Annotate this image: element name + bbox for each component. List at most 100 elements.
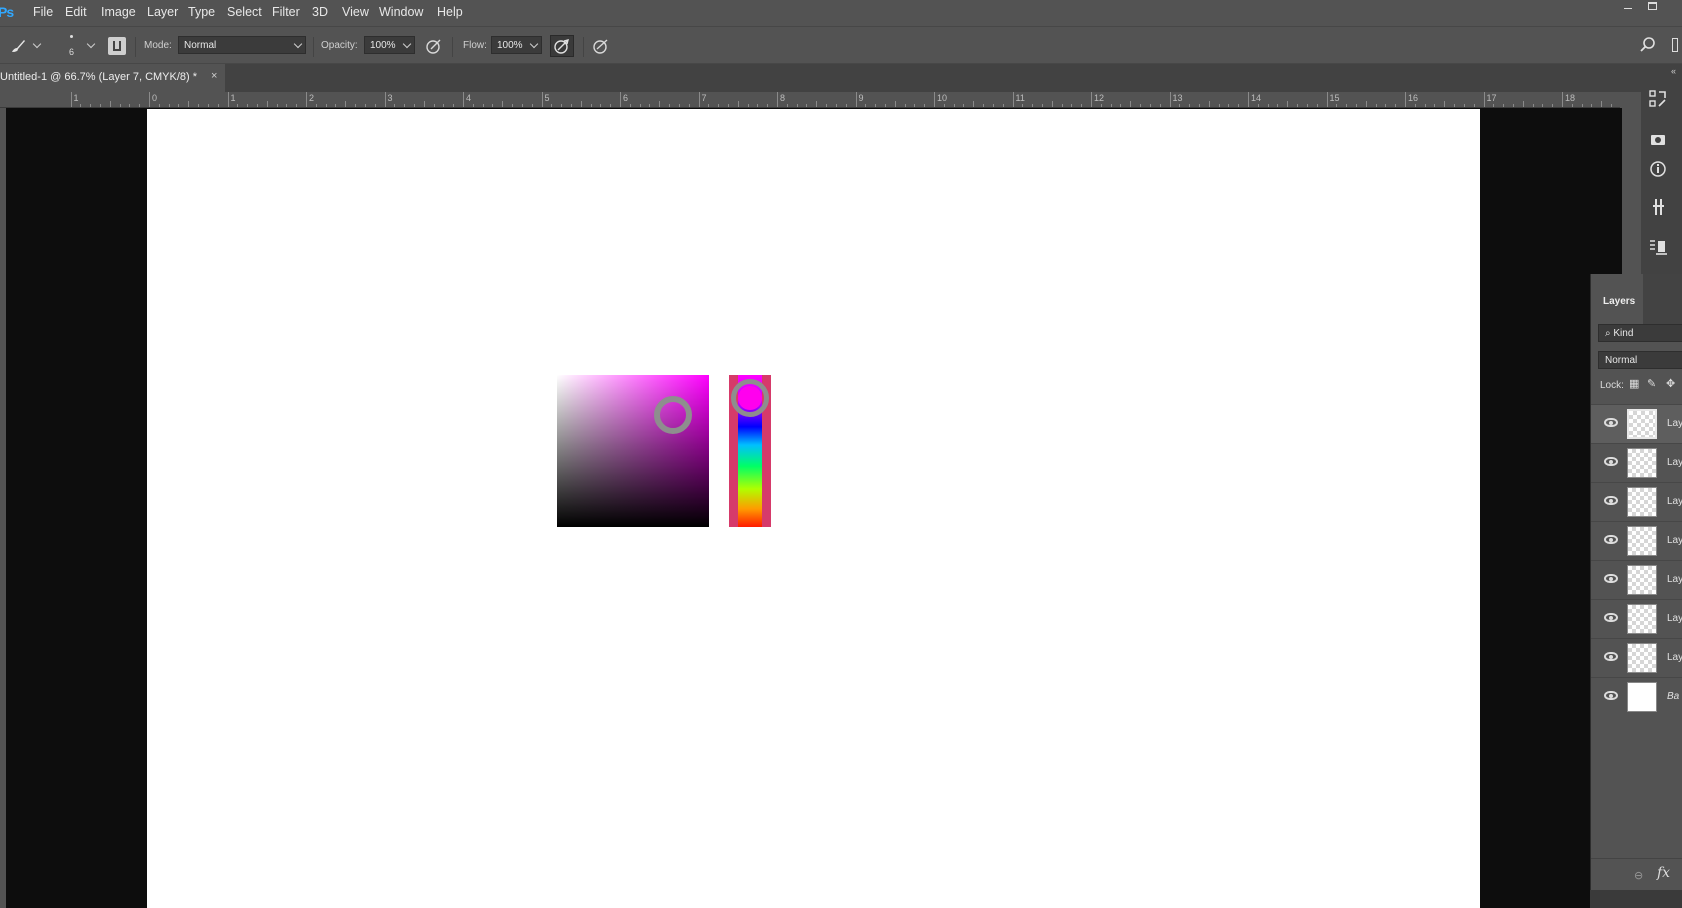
layer-thumbnail[interactable]: [1627, 409, 1657, 439]
layer-thumbnail[interactable]: [1627, 526, 1657, 556]
layer-name[interactable]: Lay: [1667, 574, 1682, 585]
ruler-minor-tick: [325, 104, 327, 107]
ruler-minor-tick: [992, 104, 994, 107]
document-canvas[interactable]: [147, 109, 1480, 908]
layer-filter-kind[interactable]: ⌕ Kind: [1598, 324, 1682, 342]
document-tab[interactable]: Untitled-1 @ 66.7% (Layer 7, CMYK/8) * ×: [0, 64, 225, 92]
mode-dropdown[interactable]: Normal: [178, 36, 306, 54]
menu-select[interactable]: Select: [227, 5, 262, 19]
ruler-minor-tick: [1375, 104, 1377, 107]
layer-thumbnail[interactable]: [1627, 487, 1657, 517]
tool-presets-icon[interactable]: [1647, 196, 1669, 218]
ruler-minor-tick: [914, 104, 916, 107]
visibility-icon[interactable]: [1604, 574, 1618, 583]
maximize-icon[interactable]: [1648, 2, 1657, 10]
layer-row[interactable]: Lay: [1591, 482, 1682, 521]
menu-view[interactable]: View: [342, 5, 369, 19]
brush-tool-icon[interactable]: [9, 37, 27, 55]
pressure-opacity-icon[interactable]: [425, 37, 443, 55]
minimize-icon[interactable]: [1622, 0, 1636, 14]
collapse-dock-icon[interactable]: «: [1671, 66, 1676, 76]
layer-name[interactable]: Lay: [1667, 613, 1682, 624]
menu-layer[interactable]: Layer: [147, 5, 178, 19]
info-icon[interactable]: [1647, 158, 1669, 180]
ruler-label: 0: [152, 93, 158, 103]
toggle-brush-panel-icon[interactable]: [108, 37, 126, 55]
ruler-minor-tick: [551, 104, 553, 107]
tool-preset-caret[interactable]: [32, 39, 42, 49]
menu-filter[interactable]: Filter: [272, 5, 300, 19]
layer-row[interactable]: Lay: [1591, 599, 1682, 638]
ruler-label: 1: [230, 93, 236, 103]
layer-thumbnail[interactable]: [1627, 682, 1657, 712]
layer-thumbnail[interactable]: [1627, 604, 1657, 634]
ruler-minor-tick: [1395, 104, 1397, 107]
color-selection-ring[interactable]: [654, 396, 692, 434]
ruler-minor-tick: [158, 104, 160, 107]
ruler-minor-tick: [894, 101, 896, 107]
close-tab-icon[interactable]: ×: [211, 70, 217, 82]
horizontal-ruler[interactable]: 1 0 1 2 3 4 5 6 7 8 9 10 11 12 13 14 15 16 17 18: [0, 92, 1620, 108]
menu-type[interactable]: Type: [188, 5, 215, 19]
layer-name[interactable]: Lay: [1667, 418, 1682, 429]
paragraph-icon[interactable]: [1647, 236, 1669, 258]
layer-name[interactable]: Lay: [1667, 496, 1682, 507]
airbrush-toggle[interactable]: [550, 35, 574, 57]
brush-preset-icon[interactable]: [70, 35, 73, 38]
workspace-icon[interactable]: [1672, 38, 1678, 52]
layer-thumbnail[interactable]: [1627, 643, 1657, 673]
layer-row[interactable]: Lay: [1591, 404, 1682, 443]
layer-name[interactable]: Lay: [1667, 457, 1682, 468]
layer-thumbnail[interactable]: [1627, 448, 1657, 478]
brush-preset-caret[interactable]: [86, 39, 96, 49]
saturation-brightness-square[interactable]: [557, 375, 709, 527]
ruler-major-tick: [777, 92, 778, 107]
layer-row[interactable]: Lay: [1591, 443, 1682, 482]
layer-thumbnail[interactable]: [1627, 565, 1657, 595]
pressure-size-icon[interactable]: [592, 37, 610, 55]
ruler-major-tick: [70, 92, 72, 107]
ruler-label: 17: [1486, 93, 1497, 103]
visibility-icon[interactable]: [1604, 418, 1618, 427]
visibility-icon[interactable]: [1604, 535, 1618, 544]
vertical-ruler[interactable]: [0, 108, 6, 908]
link-layers-icon[interactable]: ⊖: [1634, 869, 1643, 882]
layer-row[interactable]: Lay: [1591, 638, 1682, 677]
layer-name[interactable]: Lay: [1667, 652, 1682, 663]
properties-icon[interactable]: [1647, 128, 1669, 150]
menu-3d[interactable]: 3D: [312, 5, 328, 19]
history-icon[interactable]: [1647, 88, 1669, 110]
menu-help[interactable]: Help: [437, 5, 463, 19]
visibility-icon[interactable]: [1604, 613, 1618, 622]
ruler-minor-tick: [443, 104, 445, 107]
visibility-icon[interactable]: [1604, 496, 1618, 505]
search-icon[interactable]: [1640, 37, 1656, 53]
ruler-minor-tick: [1228, 104, 1230, 107]
lock-position-icon[interactable]: ✥: [1666, 378, 1678, 390]
menu-file[interactable]: File: [33, 5, 53, 19]
menu-window[interactable]: Window: [379, 5, 423, 19]
layer-row[interactable]: Lay: [1591, 521, 1682, 560]
document-tab-bar: Untitled-1 @ 66.7% (Layer 7, CMYK/8) * ×: [0, 64, 1641, 92]
lock-image-pixels-icon[interactable]: ✎: [1647, 378, 1659, 390]
lock-transparent-pixels-icon[interactable]: ▦: [1629, 378, 1641, 390]
ruler-minor-tick: [1473, 104, 1475, 107]
layer-blend-mode-dropdown[interactable]: Normal: [1598, 351, 1682, 369]
mode-label: Mode:: [144, 40, 172, 51]
layer-name[interactable]: Lay: [1667, 535, 1682, 546]
ruler-minor-tick: [207, 104, 209, 107]
visibility-icon[interactable]: [1604, 691, 1618, 700]
menu-image[interactable]: Image: [101, 5, 136, 19]
visibility-icon[interactable]: [1604, 652, 1618, 661]
menu-edit[interactable]: Edit: [65, 5, 87, 19]
ruler-minor-tick: [217, 104, 219, 107]
layers-tab[interactable]: Layers: [1591, 274, 1643, 328]
ruler-minor-tick: [1336, 104, 1338, 107]
ruler-minor-tick: [835, 104, 837, 107]
layer-style-icon[interactable]: fx: [1657, 865, 1670, 881]
visibility-icon[interactable]: [1604, 457, 1618, 466]
ruler-major-tick: [1248, 92, 1249, 107]
layer-row[interactable]: Lay: [1591, 560, 1682, 599]
layer-row[interactable]: Ba: [1591, 677, 1682, 716]
layer-name[interactable]: Ba: [1667, 691, 1679, 702]
